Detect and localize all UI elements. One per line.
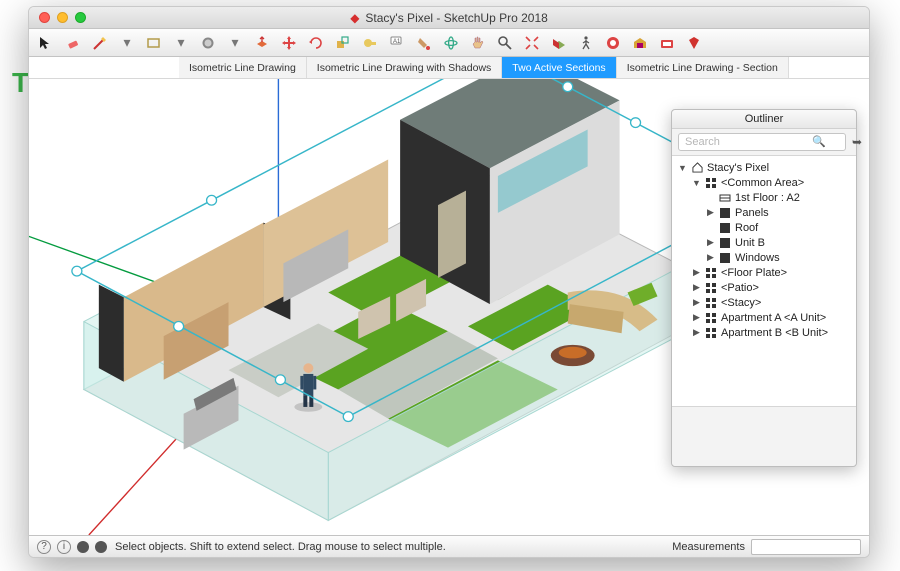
svg-text:A1: A1 (393, 39, 401, 45)
component-icon (705, 267, 717, 279)
tree-label: Stacy's Pixel (707, 162, 769, 174)
scale-tool[interactable] (334, 34, 352, 52)
pushpull-tool[interactable] (253, 34, 271, 52)
line-tool[interactable] (91, 34, 109, 52)
tree-row-root[interactable]: ▼ Stacy's Pixel (674, 160, 854, 175)
titlebar: ◆ Stacy's Pixel - SketchUp Pro 2018 (29, 7, 869, 29)
component-icon (705, 297, 717, 309)
help-icon[interactable]: ? (37, 540, 51, 554)
scene-tabs: Isometric Line Drawing Isometric Line Dr… (29, 57, 869, 79)
measurements-input[interactable] (751, 539, 861, 555)
measurements-label: Measurements (672, 541, 745, 553)
circle-tool[interactable] (199, 34, 217, 52)
tree-row[interactable]: ▶ <Patio> (674, 280, 854, 295)
outliner-title: Outliner (672, 110, 856, 129)
shape-tool-chevron-icon[interactable]: ▾ (172, 34, 190, 52)
zoom-window-button[interactable] (75, 12, 86, 23)
extension-warehouse-tool[interactable] (658, 34, 676, 52)
tree-label: <Floor Plate> (721, 267, 787, 279)
rotate-tool[interactable] (307, 34, 325, 52)
tree-label: <Patio> (721, 282, 759, 294)
outliner-details-button[interactable]: ➥ (852, 135, 862, 149)
tree-label: Apartment B <B Unit> (721, 327, 828, 339)
tree-row[interactable]: ▼ <Common Area> (674, 175, 854, 190)
tree-label: Roof (735, 222, 758, 234)
paint-tool[interactable] (415, 34, 433, 52)
component-icon (705, 177, 717, 189)
scene-tab-active[interactable]: Two Active Sections (502, 57, 616, 78)
warehouse-tool[interactable] (631, 34, 649, 52)
tree-row[interactable]: ▶ Apartment B <B Unit> (674, 325, 854, 340)
outliner-details-area (672, 406, 856, 466)
zoom-extents-tool[interactable] (523, 34, 541, 52)
section-plane-icon (719, 192, 731, 204)
tree-row[interactable]: ▶ Panels (674, 205, 854, 220)
close-window-button[interactable] (39, 12, 50, 23)
pan-tool[interactable] (469, 34, 487, 52)
tree-row[interactable]: ▶ <Floor Plate> (674, 265, 854, 280)
arc-tool-chevron-icon[interactable]: ▾ (226, 34, 244, 52)
outliner-tree: ▼ Stacy's Pixel ▼ <Common Area> 1st Floo… (672, 156, 856, 406)
app-window: ◆ Stacy's Pixel - SketchUp Pro 2018 ▾ ▾ … (28, 6, 870, 558)
scene-tab[interactable]: Isometric Line Drawing with Shadows (307, 57, 503, 78)
tree-label: 1st Floor : A2 (735, 192, 800, 204)
minimize-window-button[interactable] (57, 12, 68, 23)
window-title: Stacy's Pixel - SketchUp Pro 2018 (365, 11, 547, 25)
tree-label: Windows (735, 252, 780, 264)
tree-label: <Common Area> (721, 177, 804, 189)
component-icon (705, 282, 717, 294)
scene-tab[interactable]: Isometric Line Drawing (179, 57, 307, 78)
line-tool-chevron-icon[interactable]: ▾ (118, 34, 136, 52)
model-icon (691, 162, 703, 173)
move-tool[interactable] (280, 34, 298, 52)
group-icon (719, 222, 731, 234)
info-icon[interactable]: i (57, 540, 71, 554)
tree-label: Unit B (735, 237, 765, 249)
walk-tool[interactable] (577, 34, 595, 52)
tree-row[interactable]: ▶ Windows (674, 250, 854, 265)
tree-row[interactable]: ▶ <Stacy> (674, 295, 854, 310)
zoom-tool[interactable] (496, 34, 514, 52)
tree-label: Apartment A <A Unit> (721, 312, 826, 324)
workspace: Outliner 🔍 ➥ ▼ Stacy's Pixel ▼ <Common A (29, 79, 869, 535)
ruby-tool[interactable] (685, 34, 703, 52)
search-icon: 🔍 (812, 135, 826, 148)
orbit-tool[interactable] (442, 34, 460, 52)
geolocation-icon[interactable] (77, 541, 89, 553)
tape-tool[interactable] (361, 34, 379, 52)
status-hint: Select objects. Shift to extend select. … (115, 541, 664, 553)
section-tool[interactable] (550, 34, 568, 52)
tree-row[interactable]: ▶ Apartment A <A Unit> (674, 310, 854, 325)
tree-label: Panels (735, 207, 769, 219)
credits-icon[interactable] (95, 541, 107, 553)
add-location-tool[interactable] (604, 34, 622, 52)
component-icon (705, 312, 717, 324)
group-icon (719, 252, 731, 264)
select-tool[interactable] (37, 34, 55, 52)
outliner-panel[interactable]: Outliner 🔍 ➥ ▼ Stacy's Pixel ▼ <Common A (671, 109, 857, 467)
tree-row[interactable]: 1st Floor : A2 (674, 190, 854, 205)
tree-label: <Stacy> (721, 297, 761, 309)
scene-tab[interactable]: Isometric Line Drawing - Section (617, 57, 789, 78)
text-tool[interactable]: A1 (388, 34, 406, 52)
document-icon: ◆ (350, 11, 359, 25)
tree-row[interactable]: Roof (674, 220, 854, 235)
main-toolbar: ▾ ▾ ▾ A1 (29, 29, 869, 57)
tree-row[interactable]: ▶ Unit B (674, 235, 854, 250)
group-icon (719, 237, 731, 249)
component-icon (705, 327, 717, 339)
status-bar: ? i Select objects. Shift to extend sele… (29, 535, 869, 557)
rectangle-tool[interactable] (145, 34, 163, 52)
group-icon (719, 207, 731, 219)
window-controls (29, 12, 86, 23)
eraser-tool[interactable] (64, 34, 82, 52)
